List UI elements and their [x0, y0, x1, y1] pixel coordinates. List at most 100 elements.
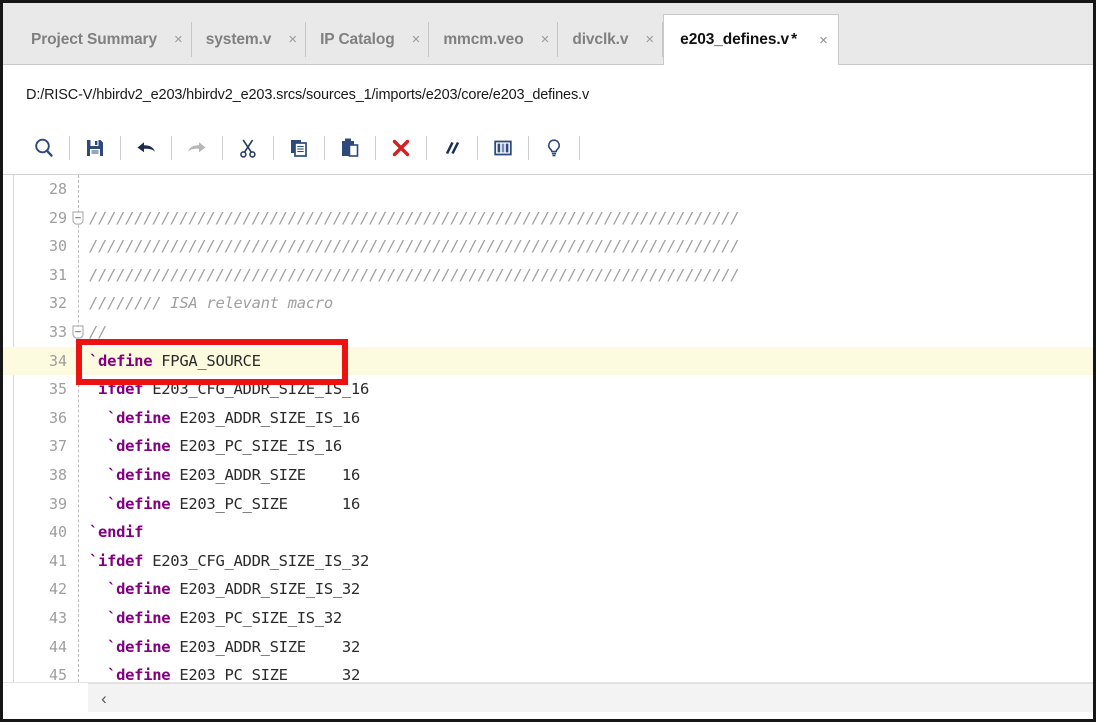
line-number: 30: [48, 237, 67, 256]
code-line[interactable]: 30 //////////////////////////////////////…: [3, 232, 1093, 261]
scroll-left-icon[interactable]: ‹: [91, 685, 117, 711]
code-token-id: E203_PC_SIZE_IS_16: [170, 437, 342, 456]
code-token-kw: `define: [89, 637, 171, 656]
code-line[interactable]: 28: [3, 175, 1093, 204]
editor-tab-mmcm-veo[interactable]: mmcm.veo ×: [429, 14, 559, 65]
code-text: `ifdef E203_CFG_ADDR_SIZE_IS_32: [89, 547, 369, 576]
code-line[interactable]: 29 //////////////////////////////////////…: [3, 204, 1093, 233]
code-token-comment: ////////////////////////////////////////…: [89, 265, 740, 284]
code-token-id: E203_PC_SIZE: [170, 666, 288, 682]
code-text: `define E203_ADDR_SIZE 16: [89, 461, 360, 490]
hint-icon[interactable]: [535, 129, 573, 167]
line-number: 36: [48, 408, 67, 427]
line-number: 44: [48, 637, 67, 656]
code-token-comment: //////// ISA relevant macro: [89, 294, 333, 313]
window-bottom-strip: [3, 714, 1093, 719]
code-text: `endif: [89, 518, 144, 547]
code-token-id: E203_ADDR_SIZE: [170, 637, 306, 656]
close-icon[interactable]: ×: [412, 31, 421, 48]
line-number: 42: [48, 580, 67, 599]
paste-icon[interactable]: [331, 129, 369, 167]
line-number: 43: [48, 608, 67, 627]
editor-tab-dirty-marker: *: [791, 31, 798, 48]
editor-tab-ip-catalog[interactable]: IP Catalog ×: [306, 14, 430, 65]
close-icon[interactable]: ×: [645, 31, 654, 48]
editor-tab-e203-defines-v[interactable]: e203_defines.v * ×: [663, 14, 839, 65]
editor-tab-label: divclk.v: [572, 30, 629, 48]
code-line[interactable]: 45 `define E203_PC_SIZE 32: [3, 661, 1093, 682]
editor-tab-strip: Project Summary × system.v × IP Catalog × mmcm…: [3, 3, 1093, 65]
editor-tab-project-summary[interactable]: Project Summary ×: [17, 14, 192, 65]
fold-collapse-icon[interactable]: [69, 325, 87, 340]
toolbar-separator: [171, 136, 172, 160]
code-line[interactable]: 34 `define FPGA_SOURCE: [3, 346, 1093, 376]
cut-icon[interactable]: [229, 129, 267, 167]
code-editor-pane[interactable]: 28 29////////////////////////////////////…: [3, 175, 1093, 682]
code-token-kw: `define: [89, 580, 171, 599]
code-token-id: E203_ADDR_SIZE_IS_16: [170, 408, 360, 427]
delete-icon[interactable]: [382, 129, 420, 167]
line-number: 29: [48, 208, 67, 227]
code-token-num: 32: [287, 666, 360, 682]
code-line[interactable]: 32 //////// ISA relevant macro: [3, 289, 1093, 318]
code-line[interactable]: 36 `define E203_ADDR_SIZE_IS_16: [3, 404, 1093, 433]
code-line[interactable]: 33 //: [3, 318, 1093, 347]
fold-collapse-icon[interactable]: [69, 210, 87, 226]
code-token-id: E203_ADDR_SIZE_IS_32: [170, 580, 360, 599]
redo-icon[interactable]: [178, 129, 216, 167]
code-text: //////// ISA relevant macro: [89, 289, 333, 318]
find-icon[interactable]: [25, 129, 63, 167]
toolbar-separator: [579, 136, 580, 160]
toolbar-separator: [222, 136, 223, 160]
code-line[interactable]: 42 `define E203_ADDR_SIZE_IS_32: [3, 575, 1093, 604]
code-line[interactable]: 35 `ifdef E203_CFG_ADDR_SIZE_IS_16: [3, 375, 1093, 404]
code-line[interactable]: 40 `endif: [3, 518, 1093, 547]
copy-icon[interactable]: [280, 129, 318, 167]
toolbar-separator: [273, 136, 274, 160]
code-line[interactable]: 44 `define E203_ADDR_SIZE 32: [3, 633, 1093, 662]
code-token-comment: ////////////////////////////////////////…: [89, 237, 740, 256]
editor-tab-label: e203_defines.v: [680, 31, 790, 48]
horizontal-scrollbar-track[interactable]: [88, 683, 1093, 712]
close-icon[interactable]: ×: [819, 32, 828, 49]
editor-tab-divclk-v[interactable]: divclk.v ×: [558, 14, 664, 65]
code-token-kw: `ifdef: [89, 380, 144, 399]
code-token-kw: `define: [89, 494, 171, 513]
toolbar-separator: [69, 136, 70, 160]
close-icon[interactable]: ×: [541, 31, 550, 48]
file-path-bar: D:/RISC-V/hbirdv2_e203/hbirdv2_e203.srcs…: [3, 65, 1093, 122]
code-line[interactable]: 38 `define E203_ADDR_SIZE 16: [3, 461, 1093, 490]
toolbar-separator: [375, 136, 376, 160]
code-line[interactable]: 43 `define E203_PC_SIZE_IS_32: [3, 604, 1093, 633]
editor-tab-system-v[interactable]: system.v ×: [192, 14, 307, 65]
code-line[interactable]: 41 `ifdef E203_CFG_ADDR_SIZE_IS_32: [3, 547, 1093, 576]
line-number: 32: [48, 294, 67, 313]
line-number: 38: [48, 465, 67, 484]
code-text: `define E203_PC_SIZE_IS_32: [89, 604, 342, 633]
line-number: 35: [48, 380, 67, 399]
code-line[interactable]: 37 `define E203_PC_SIZE_IS_16: [3, 432, 1093, 461]
toolbar-separator: [477, 136, 478, 160]
toolbar-separator: [120, 136, 121, 160]
horizontal-scrollbar[interactable]: ‹: [3, 682, 1093, 716]
editor-tab-label: system.v: [205, 30, 272, 48]
undo-icon[interactable]: [127, 129, 165, 167]
close-icon[interactable]: ×: [174, 31, 183, 48]
code-text: `define E203_PC_SIZE_IS_16: [89, 432, 342, 461]
editor-tab-label: IP Catalog: [320, 30, 395, 48]
line-number: 40: [48, 523, 67, 542]
code-token-num: 32: [305, 637, 360, 656]
code-line[interactable]: 39 `define E203_PC_SIZE 16: [3, 490, 1093, 519]
code-line[interactable]: 31 //////////////////////////////////////…: [3, 261, 1093, 290]
scroll-left-glyph: ‹: [101, 688, 107, 708]
line-number: 33: [48, 322, 67, 341]
column-edit-icon[interactable]: [484, 129, 522, 167]
code-token-comment: //: [89, 322, 108, 341]
code-token-kw: `define: [89, 666, 171, 682]
close-icon[interactable]: ×: [288, 31, 297, 48]
save-icon[interactable]: [76, 129, 114, 167]
comment-icon[interactable]: [433, 129, 471, 167]
code-text: `define E203_ADDR_SIZE 32: [89, 633, 360, 662]
code-token-kw: `ifdef: [89, 551, 144, 570]
line-number: 34: [48, 351, 67, 370]
